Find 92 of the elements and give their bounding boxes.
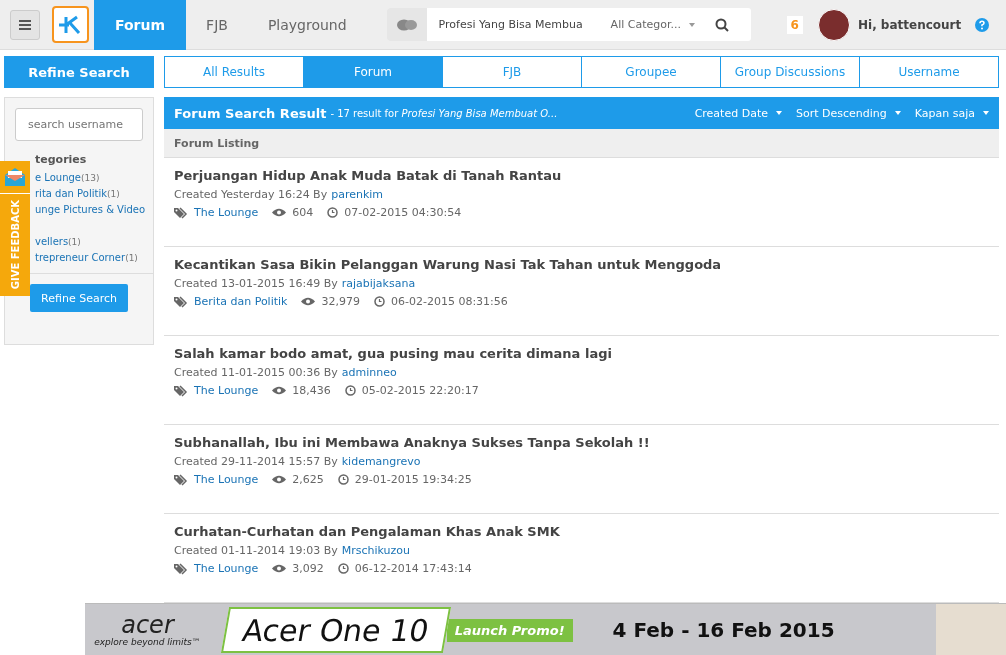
thread-title[interactable]: Subhanallah, Ibu ini Membawa Anaknya Sukses Tanpa Sekolah !! bbox=[174, 435, 989, 450]
category-link[interactable]: trepreneur Corner(1) bbox=[35, 251, 153, 265]
results-title: Forum Search Result bbox=[174, 105, 327, 121]
clock-icon bbox=[337, 563, 349, 574]
category-link[interactable]: The Lounge bbox=[194, 384, 259, 397]
caret-icon bbox=[894, 111, 901, 115]
result-tab[interactable]: FJB bbox=[442, 56, 582, 88]
ad-banner[interactable]: acer explore beyond limits™ Acer One 10 Launch Promo! 4 Feb - 16 Feb 2015 bbox=[85, 603, 1006, 655]
thread-title[interactable]: Kecantikan Sasa Bikin Pelanggan Warung Nasi Tak Tahan untuk Menggoda bbox=[174, 257, 989, 272]
menu-icon bbox=[19, 19, 31, 30]
thread-title[interactable]: Perjuangan Hidup Anak Muda Batak di Tanah Rantau bbox=[174, 168, 989, 183]
nav-tab[interactable]: Playground bbox=[247, 0, 367, 50]
view-count: 32,979 bbox=[321, 295, 360, 308]
category-link[interactable]: The Lounge bbox=[194, 562, 259, 575]
refine-search-heading: Refine Search bbox=[4, 56, 154, 88]
ad-product-name: Acer One 10 bbox=[220, 607, 451, 653]
envelope-icon bbox=[5, 168, 25, 186]
result-tab[interactable]: All Results bbox=[164, 56, 304, 88]
caret-icon bbox=[775, 111, 782, 115]
author-link[interactable]: rajabijaksana bbox=[341, 277, 416, 290]
chat-bubbles-icon bbox=[396, 18, 417, 31]
tags-icon bbox=[174, 384, 188, 397]
eye-icon bbox=[272, 386, 287, 395]
author-link[interactable]: parenkim bbox=[331, 188, 384, 201]
brand-logo: acer bbox=[121, 613, 174, 637]
categories-heading: tegories bbox=[35, 153, 88, 166]
sort-dropdown[interactable]: Created Date bbox=[694, 106, 782, 120]
help-icon[interactable] bbox=[975, 17, 990, 32]
author-link[interactable]: adminneo bbox=[341, 366, 397, 379]
caret-icon bbox=[688, 22, 695, 27]
tags-icon bbox=[174, 206, 188, 219]
feedback-label: GIVE FEEDBACK bbox=[9, 200, 21, 290]
last-post-date: 05-02-2015 22:20:17 bbox=[361, 384, 479, 397]
created-info: Created 01-11-2014 19:03 By bbox=[174, 544, 338, 557]
view-count: 18,436 bbox=[292, 384, 331, 397]
created-info: Created 29-11-2014 15:57 By bbox=[174, 455, 338, 468]
sort-dropdown[interactable]: Kapan saja bbox=[914, 106, 989, 120]
ad-promo-ribbon: Launch Promo! bbox=[446, 618, 573, 642]
category-link[interactable]: The Lounge bbox=[194, 473, 259, 486]
clock-icon bbox=[344, 385, 356, 396]
thread-title[interactable]: Curhatan-Curhatan dan Pengalaman Khas Anak SMK bbox=[174, 524, 989, 539]
nav-tab[interactable]: FJB bbox=[186, 0, 248, 50]
category-link[interactable]: e Lounge(13) bbox=[35, 171, 153, 185]
last-post-date: 29-01-2015 19:34:25 bbox=[354, 473, 472, 486]
nav-tab[interactable]: Forum bbox=[94, 0, 187, 50]
listing-heading: Forum Listing bbox=[164, 129, 999, 158]
last-post-date: 07-02-2015 04:30:54 bbox=[344, 206, 462, 219]
refine-search-button[interactable]: Refine Search bbox=[30, 284, 128, 312]
eye-icon bbox=[272, 564, 287, 573]
category-link[interactable]: unge Pictures & Video bbox=[35, 203, 153, 217]
results-summary: - 17 result for Profesi Yang Bisa Membuat O... bbox=[330, 107, 558, 119]
result-tab[interactable]: Groupee bbox=[581, 56, 721, 88]
category-link[interactable]: Berita dan Politik bbox=[194, 295, 288, 308]
tags-icon bbox=[174, 562, 188, 575]
created-info: Created Yesterday 16:24 By bbox=[174, 188, 328, 201]
result-tab[interactable]: Group Discussions bbox=[720, 56, 860, 88]
author-link[interactable]: Mrschikuzou bbox=[341, 544, 411, 557]
eye-icon bbox=[301, 297, 316, 306]
logo-icon[interactable] bbox=[52, 6, 89, 43]
created-info: Created 11-01-2015 00:36 By bbox=[174, 366, 338, 379]
tags-icon bbox=[174, 473, 188, 486]
view-count: 2,625 bbox=[292, 473, 324, 486]
last-post-date: 06-02-2015 08:31:56 bbox=[390, 295, 508, 308]
clock-icon bbox=[337, 474, 349, 485]
clock-icon bbox=[373, 296, 385, 307]
created-info: Created 13-01-2015 16:49 By bbox=[174, 277, 338, 290]
thread-title[interactable]: Salah kamar bodo amat, gua pusing mau cerita dimana lagi bbox=[174, 346, 989, 361]
caret-icon bbox=[983, 111, 989, 115]
menu-button[interactable] bbox=[10, 9, 40, 40]
category-link[interactable]: The Lounge bbox=[194, 206, 259, 219]
view-count: 604 bbox=[292, 206, 314, 219]
username-field[interactable]: search username bbox=[15, 108, 143, 141]
eye-icon bbox=[272, 208, 287, 217]
photo-placeholder bbox=[936, 604, 1006, 655]
avatar[interactable] bbox=[817, 8, 850, 41]
category-dropdown[interactable]: All Categor... bbox=[610, 18, 681, 31]
tags-icon bbox=[174, 295, 188, 308]
author-link[interactable]: kidemangrevo bbox=[341, 455, 421, 468]
category-link[interactable]: vellers(1) bbox=[35, 235, 153, 249]
eye-icon bbox=[272, 475, 287, 484]
result-tab[interactable]: Username bbox=[859, 56, 999, 88]
clock-icon bbox=[327, 207, 339, 218]
ad-tagline: explore beyond limits™ bbox=[94, 637, 201, 647]
sort-dropdown[interactable]: Sort Descending bbox=[795, 106, 901, 120]
last-post-date: 06-12-2014 17:43:14 bbox=[354, 562, 472, 575]
user-greeting[interactable]: Hi, battencourt bbox=[857, 17, 962, 32]
view-count: 3,092 bbox=[292, 562, 324, 575]
result-tab[interactable]: Forum bbox=[303, 56, 443, 88]
search-icon[interactable] bbox=[714, 17, 729, 32]
category-link[interactable]: rita dan Politik(1) bbox=[35, 187, 153, 201]
search-input[interactable]: Profesi Yang Bisa Membua bbox=[438, 18, 589, 31]
ad-dates: 4 Feb - 16 Feb 2015 bbox=[612, 618, 835, 642]
